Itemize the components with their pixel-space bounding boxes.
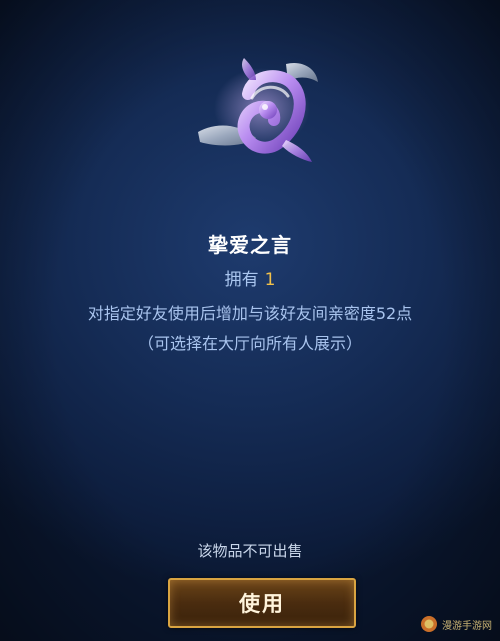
owned-label: 拥有: [224, 270, 259, 290]
item-title: 挚爱之言: [208, 233, 292, 257]
owned-count-row: 拥有 1: [0, 265, 500, 290]
not-sellable-notice: 该物品不可出售: [197, 542, 303, 560]
item-detail-panel: 挚爱之言 拥有 1 对指定好友使用后增加与该好友间亲密度52点 （可选择在大厅向所…: [0, 0, 500, 641]
watermark-text: 漫游手游网: [442, 620, 492, 632]
use-button-label: 使用: [239, 592, 285, 616]
ribbon-gift-icon: [198, 58, 318, 162]
use-button[interactable]: 使用: [168, 578, 356, 628]
watermark-logo-icon: [421, 616, 437, 632]
item-description-line-1: 对指定好友使用后增加与该好友间亲密度52点: [87, 304, 413, 323]
watermark: 漫游手游网: [420, 615, 492, 633]
item-description-line-2: （可选择在大厅向所有人展示）: [137, 334, 362, 353]
owned-count: 1: [264, 270, 276, 290]
